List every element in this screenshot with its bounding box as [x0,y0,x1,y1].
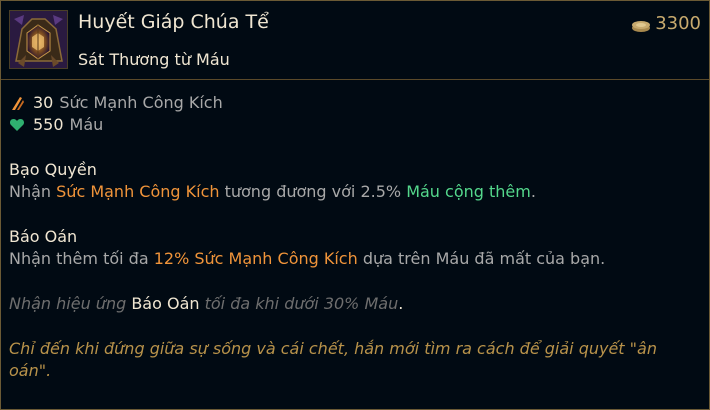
item-subtitle: Sát Thương từ Máu [78,50,230,69]
passive-keyword: Báo Oán [131,294,200,313]
stat-label: Sức Mạnh Công Kích [59,93,223,112]
text: Nhận [9,182,57,201]
text: tương đương với 2.5% [219,182,407,201]
bonus-health-keyword: Máu cộng thêm [406,182,531,201]
header-divider [1,79,709,80]
stat-health: 550 Máu [9,114,699,136]
tooltip-header: Huyết Giáp Chúa Tể Sát Thương từ Máu 330… [1,1,709,79]
item-name: Huyết Giáp Chúa Tể [78,11,269,33]
text: Nhận hiệu ứng [9,294,132,313]
attack-damage-keyword: 12% Sức Mạnh Công Kích [153,249,358,268]
passive-description: Nhận Sức Mạnh Công Kích tương đương với … [9,181,699,203]
stat-label: Máu [69,115,104,134]
passive-description: Nhận thêm tối đa 12% Sức Mạnh Công Kích … [9,248,699,270]
attack-damage-keyword: Sức Mạnh Công Kích [56,182,220,201]
text: . [398,294,404,313]
stat-value: 550 [33,115,64,134]
passive-note: Nhận hiệu ứng Báo Oán tối đa khi dưới 30… [9,293,699,315]
gold-coins-icon [631,17,651,32]
text: . [530,182,536,201]
stat-value: 30 [33,93,54,112]
item-tooltip: Huyết Giáp Chúa Tể Sát Thương từ Máu 330… [0,0,710,410]
bloodmail-armor-icon [9,10,68,69]
passive-name: Báo Oán [9,227,78,246]
passive-name: Bạo Quyền [9,160,97,179]
passive-bao-quyen: Bạo Quyền Nhận Sức Mạnh Công Kích tương … [9,159,699,203]
stat-attack-damage: 30 Sức Mạnh Công Kích [9,92,699,114]
text: tối đa khi dưới 30% Máu [199,294,399,313]
passive-bao-oan: Báo Oán Nhận thêm tối đa 12% Sức Mạnh Cô… [9,226,699,270]
cost-value: 3300 [655,13,701,34]
text: dựa trên Máu đã mất của bạn. [357,249,606,268]
item-lore: Chỉ đến khi đứng giữa sự sống và cái chế… [9,339,657,380]
attack-damage-icon [9,95,25,111]
text: Nhận thêm tối đa [9,249,154,268]
health-heart-icon [9,117,25,133]
tooltip-content: 30 Sức Mạnh Công Kích 550 Máu Bạo Quyền … [9,92,699,382]
item-cost: 3300 [631,13,701,34]
